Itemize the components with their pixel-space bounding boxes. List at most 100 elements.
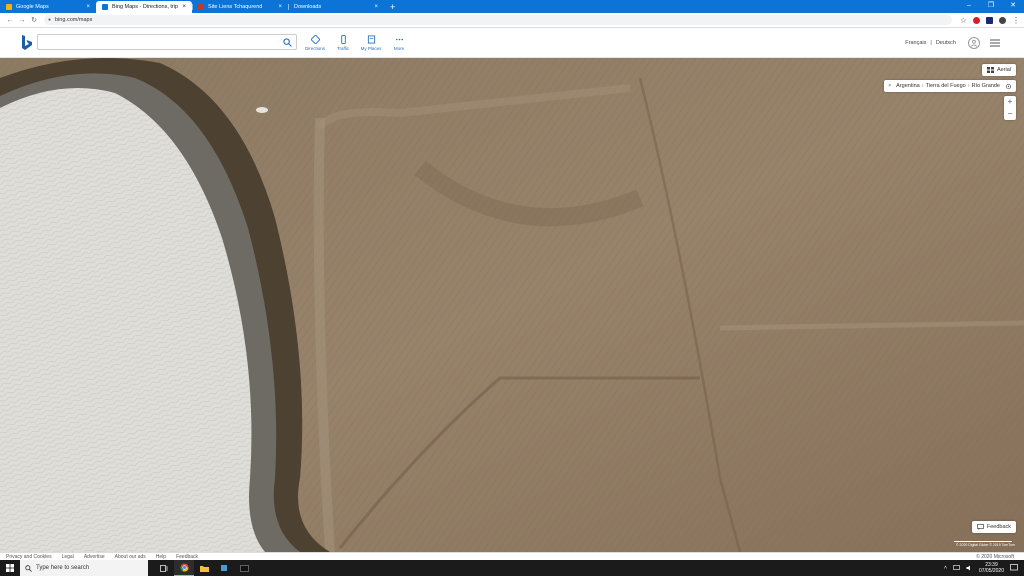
- map-tools: Directions Traffic My Places More: [304, 35, 410, 51]
- traffic-label: Traffic: [336, 46, 350, 51]
- tab-bing-maps[interactable]: Bing Maps - Directions, trip pla... ×: [96, 1, 192, 13]
- scale-line: [954, 541, 1012, 542]
- directions-label: Directions: [304, 46, 325, 51]
- bing-logo-icon[interactable]: [21, 35, 33, 51]
- breadcrumb-separator: ›: [921, 83, 924, 89]
- taskbar-clock[interactable]: 23:39 07/05/2020: [979, 562, 1004, 574]
- chrome-icon: [179, 563, 189, 572]
- bing-header: Directions Traffic My Places More França…: [0, 28, 1024, 58]
- location-breadcrumb: × Argentina › Tierra del Fuego › Río Gra…: [884, 80, 1016, 92]
- address-bar-row: ← → ↻ ● bing.com/maps ☆ ⋮: [0, 13, 1024, 28]
- breadcrumb-separator: ›: [967, 83, 970, 89]
- map-style-label: Aerial: [996, 67, 1011, 73]
- tab-site-liens[interactable]: Site Liens Tchaqurend ×: [192, 1, 288, 13]
- tab-close-icon[interactable]: ×: [278, 4, 282, 10]
- lang-separator: |: [930, 40, 932, 46]
- tab-label: Bing Maps - Directions, trip pla...: [112, 4, 179, 10]
- terminal-icon: [239, 564, 249, 572]
- taskbar-apps: [154, 560, 254, 576]
- bookmark-star-icon[interactable]: ☆: [960, 16, 967, 25]
- close-window-button[interactable]: ✕: [1002, 0, 1024, 13]
- profile-icon[interactable]: [999, 16, 1006, 24]
- feedback-label: Feedback: [986, 524, 1011, 530]
- hamburger-menu-icon[interactable]: [990, 39, 1000, 47]
- windows-logo-icon: [6, 564, 14, 572]
- breadcrumb-city[interactable]: Río Grande: [972, 83, 1000, 89]
- network-icon[interactable]: [953, 565, 960, 571]
- directions-button[interactable]: Directions: [304, 35, 326, 51]
- maximize-button[interactable]: ❐: [980, 0, 1002, 13]
- tab-close-icon[interactable]: ×: [182, 4, 186, 10]
- zoom-in-button[interactable]: +: [1004, 96, 1016, 108]
- aerial-map[interactable]: Aerial × Argentina › Tierra del Fuego › …: [0, 58, 1024, 552]
- copyright-text: © 2020 Microsoft: [976, 553, 1014, 560]
- tab-downloads[interactable]: Downloads ×: [288, 1, 384, 13]
- footer-link-help[interactable]: Help: [156, 554, 166, 560]
- tab-close-icon[interactable]: ×: [86, 4, 90, 10]
- browser-menu-icon[interactable]: ⋮: [1012, 16, 1020, 25]
- tab-label: Downloads: [294, 4, 322, 10]
- traffic-button[interactable]: Traffic: [332, 35, 354, 51]
- tab-google-maps[interactable]: Google Maps ×: [0, 1, 96, 13]
- footer-link-legal[interactable]: Legal: [62, 554, 74, 560]
- footer-link-privacy[interactable]: Privacy and Cookies: [6, 554, 52, 560]
- footer-link-feedback[interactable]: Feedback: [176, 554, 198, 560]
- map-style-button[interactable]: Aerial: [981, 64, 1016, 76]
- volume-icon[interactable]: [966, 565, 973, 571]
- opera-extension-icon[interactable]: [973, 16, 980, 24]
- breadcrumb-country[interactable]: Argentina: [896, 83, 920, 89]
- taskbar-file-explorer[interactable]: [194, 560, 214, 576]
- footer-link-about-ads[interactable]: About our ads: [115, 554, 146, 560]
- minimize-button[interactable]: –: [958, 0, 980, 13]
- locate-me-icon[interactable]: [1005, 83, 1012, 90]
- back-button[interactable]: ←: [4, 17, 16, 24]
- url-field[interactable]: ● bing.com/maps: [44, 15, 952, 25]
- directions-icon: [310, 35, 320, 44]
- my-places-button[interactable]: My Places: [360, 35, 382, 51]
- more-icon: [395, 38, 403, 41]
- extension-icon[interactable]: [986, 16, 993, 24]
- search-icon[interactable]: [283, 38, 292, 47]
- page-footer: Privacy and Cookies Legal Advertise Abou…: [0, 552, 1024, 560]
- more-button[interactable]: More: [388, 35, 410, 51]
- more-label: More: [393, 46, 405, 51]
- tab-strip: Google Maps × Bing Maps - Directions, tr…: [0, 0, 1024, 13]
- task-view-button[interactable]: [154, 560, 174, 576]
- task-view-icon: [160, 564, 168, 572]
- clock-date: 07/05/2020: [978, 568, 1004, 574]
- language-links: Français | Deutsch: [905, 40, 956, 46]
- new-tab-button[interactable]: +: [390, 1, 395, 13]
- start-button[interactable]: [0, 560, 20, 576]
- breadcrumb-province[interactable]: Tierra del Fuego: [926, 83, 966, 89]
- tab-label: Google Maps: [16, 4, 49, 10]
- tab-close-icon[interactable]: ×: [374, 4, 378, 10]
- tray-expand-icon[interactable]: ˄: [944, 565, 947, 571]
- my-places-label: My Places: [360, 46, 382, 51]
- footer-link-advertise[interactable]: Advertise: [84, 554, 105, 560]
- avatar-icon[interactable]: [968, 37, 980, 49]
- url-text: bing.com/maps: [55, 17, 93, 23]
- lang-deutsch-link[interactable]: Deutsch: [936, 40, 956, 46]
- taskbar-chrome[interactable]: [174, 560, 194, 576]
- lock-icon: ●: [48, 17, 52, 23]
- forward-button[interactable]: →: [16, 17, 28, 24]
- taskbar-search[interactable]: Type here to search: [20, 560, 148, 576]
- breadcrumb-close-icon[interactable]: ×: [888, 83, 891, 89]
- tab-label: Site Liens Tchaqurend: [208, 4, 263, 10]
- map-layers-icon: [986, 67, 994, 73]
- app-icon: [221, 565, 227, 571]
- map-attribution: © 2020 Digital Globe © 2019 TomTom: [956, 543, 1015, 547]
- scale-bar: © 2020 Digital Globe © 2019 TomTom: [954, 537, 1015, 547]
- lang-francais-link[interactable]: Français: [905, 40, 926, 46]
- map-feedback-button[interactable]: Feedback: [971, 521, 1016, 533]
- taskbar-app[interactable]: [214, 560, 234, 576]
- bing-favicon-icon: [102, 4, 108, 10]
- zoom-controls: + −: [1004, 96, 1016, 120]
- notifications-icon[interactable]: [1010, 564, 1018, 572]
- reload-button[interactable]: ↻: [28, 16, 40, 24]
- search-input[interactable]: [38, 39, 278, 54]
- my-places-icon: [367, 35, 375, 44]
- zoom-out-button[interactable]: −: [1004, 108, 1016, 120]
- taskbar-terminal[interactable]: [234, 560, 254, 576]
- windows-taskbar: Type here to search ˄ 23:39 07/05/2020: [0, 560, 1024, 576]
